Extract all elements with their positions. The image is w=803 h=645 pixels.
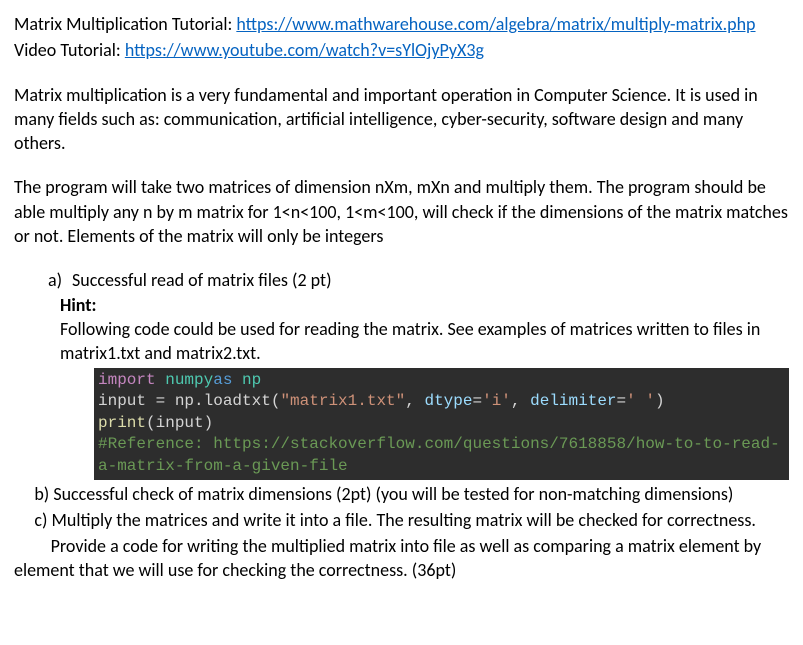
code-arg-delim: delimiter	[530, 392, 616, 410]
code-token-import: import	[98, 371, 156, 389]
code-token-as: as	[213, 371, 232, 389]
code-string-i: 'i'	[482, 392, 511, 410]
hint-label: Hint:	[60, 293, 789, 317]
code-block: import numpyas np input = np.loadtxt("ma…	[94, 368, 789, 480]
code-eq: =	[617, 392, 627, 410]
code-token-numpy: numpy	[165, 371, 213, 389]
desc-paragraph-2: The program will take two matrices of di…	[14, 175, 789, 248]
video-link[interactable]: https://www.youtube.com/watch?v=sYlOjyPy…	[125, 39, 484, 61]
code-line2-b: ,	[405, 392, 424, 410]
tutorial-line: Matrix Multiplication Tutorial: https://…	[14, 12, 789, 36]
item-b: b) Successful check of matrix dimensions…	[14, 482, 789, 506]
code-eq: =	[472, 392, 482, 410]
code-token-np: np	[242, 371, 261, 389]
code-comment: #Reference: https://stackoverflow.com/qu…	[98, 435, 780, 475]
code-line2-a: input = np.loadtxt(	[98, 392, 280, 410]
item-c-detail: Provide a code for writing the multiplie…	[14, 534, 789, 583]
code-arg-dtype: dtype	[424, 392, 472, 410]
code-string-file: "matrix1.txt"	[280, 392, 405, 410]
item-a-title: Successful read of matrix files (2 pt)	[72, 269, 332, 291]
item-a-marker: a)	[48, 268, 72, 292]
tutorial-link[interactable]: https://www.mathwarehouse.com/algebra/ma…	[236, 13, 755, 35]
hint-text: Following code could be used for reading…	[60, 317, 789, 366]
video-label: Video Tutorial:	[14, 39, 125, 61]
item-a: a)Successful read of matrix files (2 pt)	[48, 268, 789, 292]
code-fn-print: print	[98, 414, 146, 432]
item-c: c) Multiply the matrices and write it in…	[14, 508, 789, 532]
code-string-delim: ' '	[626, 392, 655, 410]
desc-paragraph-1: Matrix multiplication is a very fundamen…	[14, 83, 789, 156]
code-line2-d: )	[655, 392, 665, 410]
code-line3-b: (input)	[146, 414, 213, 432]
code-line2-c: ,	[511, 392, 530, 410]
tutorial-label: Matrix Multiplication Tutorial:	[14, 13, 236, 35]
code-space	[232, 371, 242, 389]
video-line: Video Tutorial: https://www.youtube.com/…	[14, 38, 789, 62]
code-space	[156, 371, 166, 389]
